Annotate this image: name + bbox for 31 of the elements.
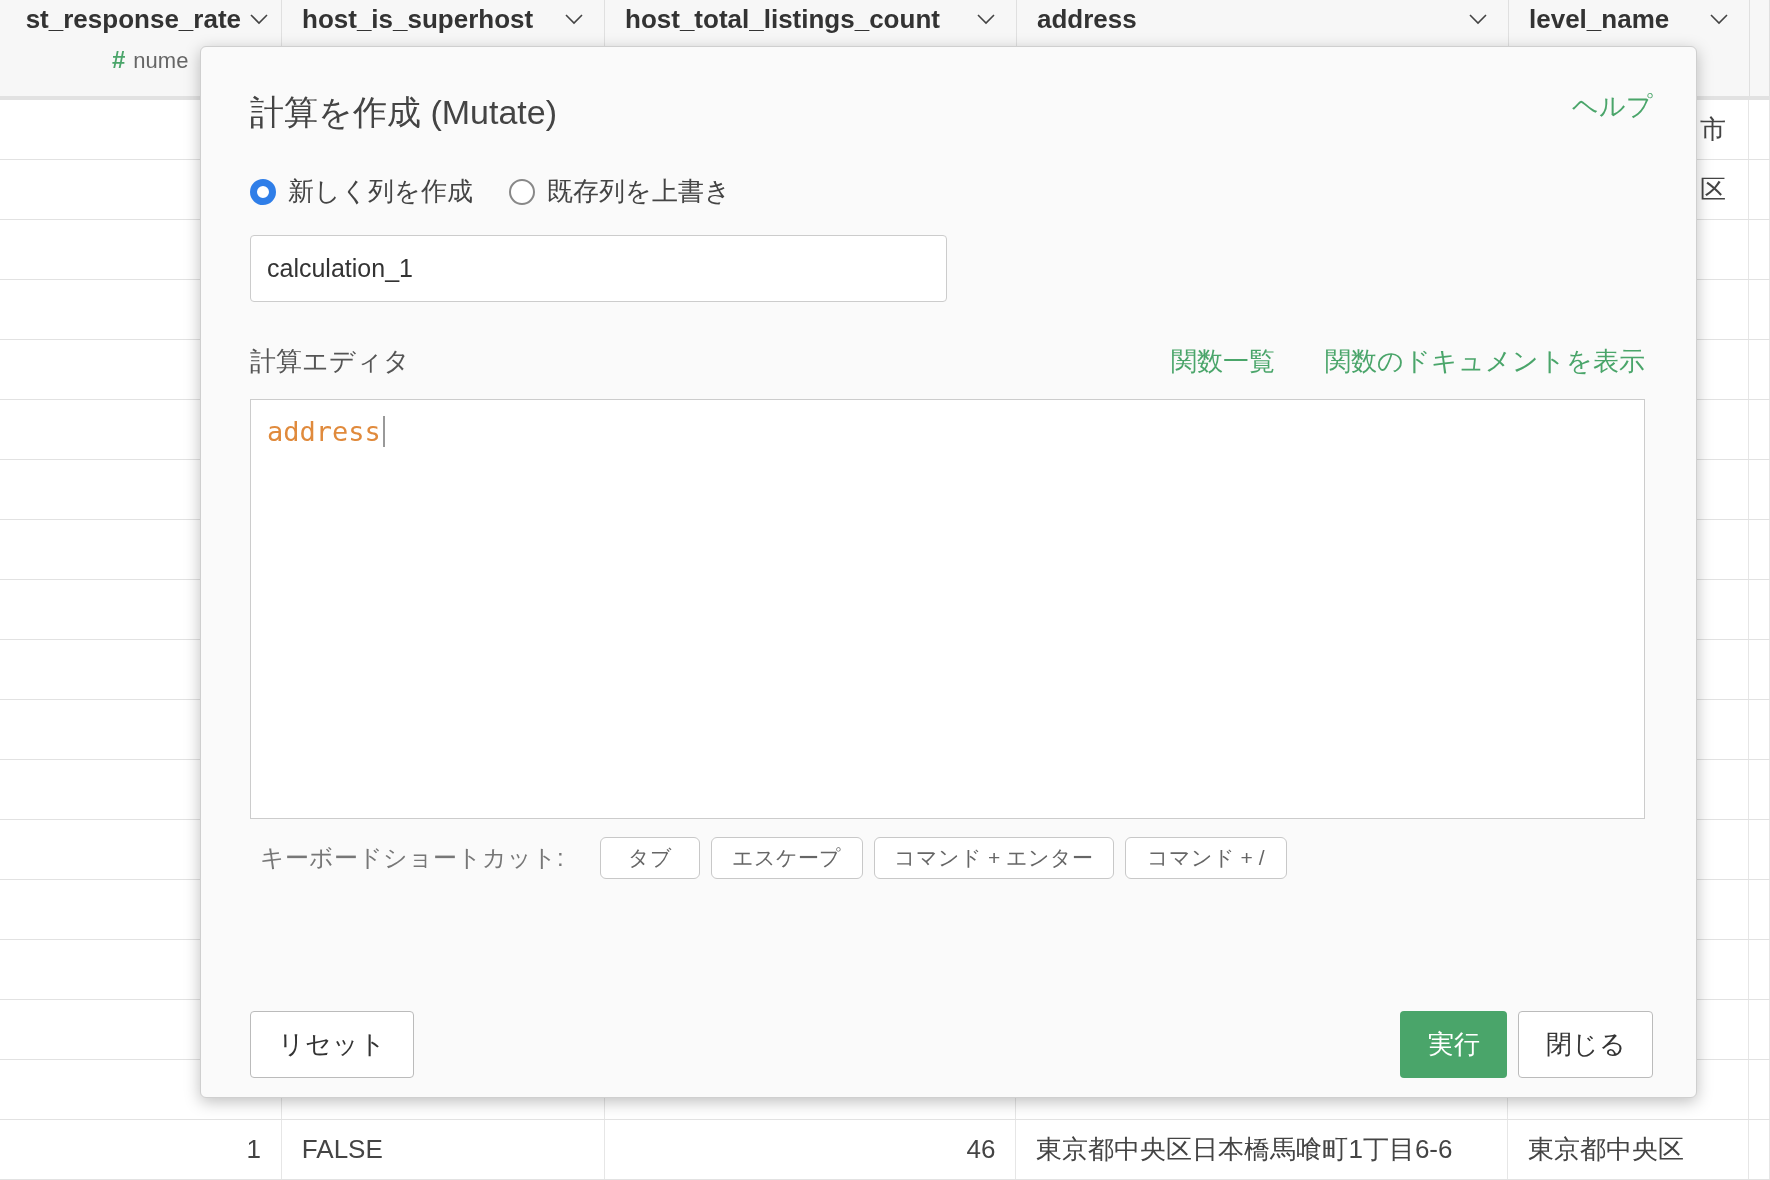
dialog-title: 計算を作成 (Mutate)	[250, 92, 558, 133]
table-cell-text: 区	[1700, 173, 1727, 206]
chevron-down-icon[interactable]	[1709, 13, 1729, 25]
column-type-icon: #	[112, 42, 126, 78]
chevron-down-icon[interactable]	[249, 13, 269, 25]
column-header[interactable]: address	[1037, 0, 1137, 39]
reset-button[interactable]: リセット	[250, 1011, 414, 1078]
table-cell-text: 市	[1700, 113, 1727, 146]
column-header[interactable]: level_name	[1529, 0, 1670, 39]
table-cell-text: 東京都中央区	[1528, 1133, 1685, 1166]
shortcut-key: エスケープ	[710, 837, 863, 879]
column-type: nume	[133, 46, 189, 75]
mode-radio[interactable]: 新しく列を作成	[250, 172, 473, 211]
mode-radio[interactable]: 既存列を上書き	[509, 172, 731, 211]
chevron-down-icon[interactable]	[976, 13, 996, 25]
column-header[interactable]: host_total_listings_count	[625, 0, 940, 39]
shortcut-key: タブ	[599, 837, 700, 879]
editor-label: 計算エディタ	[250, 345, 410, 378]
table-cell-text: 46	[966, 1133, 996, 1166]
table-cell-text: 1	[246, 1133, 261, 1166]
chevron-down-icon[interactable]	[564, 13, 584, 25]
shortcuts-label: キーボードショートカット:	[260, 843, 564, 873]
close-button[interactable]: 閉じる	[1518, 1011, 1653, 1078]
shortcut-key: コマンド + エンター	[873, 837, 1114, 879]
table-cell-text: FALSE	[301, 1133, 383, 1166]
column-header[interactable]: st_response_rate	[25, 0, 241, 39]
column-name-field[interactable]: calculation_1	[250, 235, 947, 302]
table-cell-text: 東京都中央区日本橋馬喰町1丁目6-6	[1036, 1133, 1453, 1166]
column-header[interactable]: host_is_superhost	[302, 0, 534, 39]
shortcut-key: コマンド + /	[1124, 837, 1287, 879]
chevron-down-icon[interactable]	[1468, 13, 1488, 25]
